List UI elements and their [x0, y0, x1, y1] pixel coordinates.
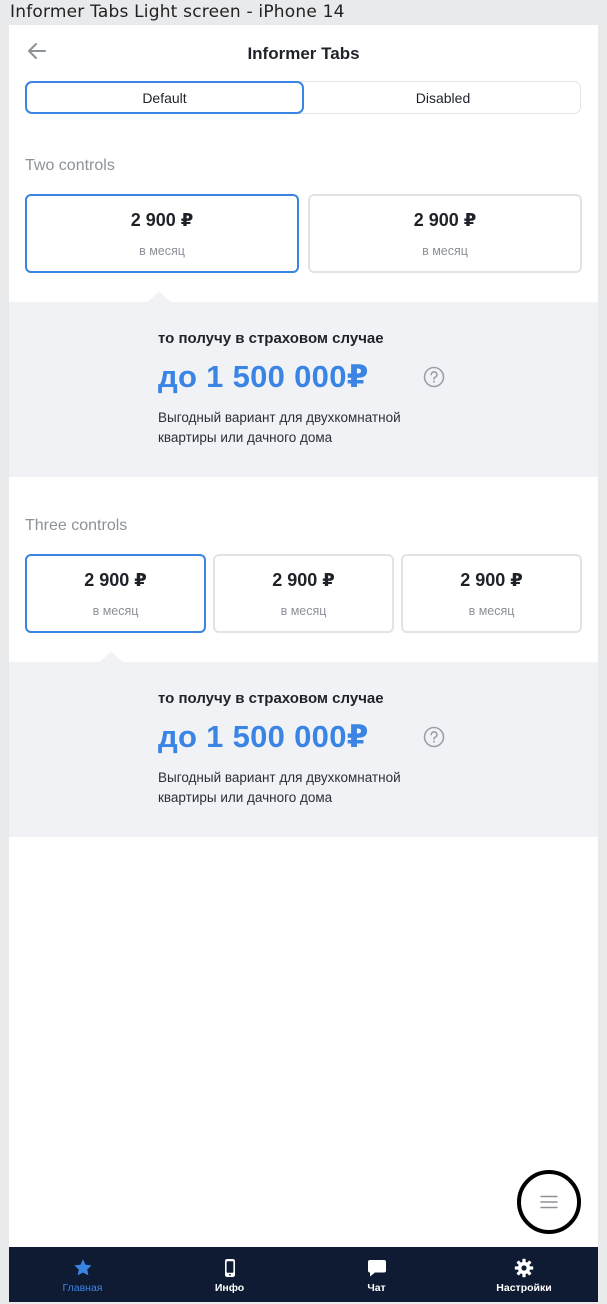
informer-pointer — [147, 292, 171, 302]
price-amount: 2 900 ₽ — [130, 210, 194, 230]
informer-description-line: Выгодный вариант для двухкомнатной — [158, 410, 401, 425]
tab-label: Инфо — [214, 1282, 245, 1294]
price-amount: 2 900 ₽ — [272, 570, 335, 590]
tab-home[interactable]: Главная — [9, 1247, 156, 1302]
price-card[interactable]: 2 900 ₽ в месяц — [25, 194, 299, 273]
section-title-two-controls: Two controls — [25, 157, 115, 174]
segment-disabled[interactable]: Disabled — [304, 81, 582, 114]
informer-description-line: квартиры или дачного дома — [158, 790, 333, 805]
bottom-tab-bar: Главная Инфо Чат Настройки — [9, 1247, 598, 1302]
tab-label: Чат — [367, 1282, 386, 1294]
price-period: в месяц — [92, 604, 139, 618]
tab-settings[interactable]: Настройки — [450, 1247, 598, 1302]
price-period: в месяц — [468, 604, 515, 618]
price-period: в месяц — [139, 244, 185, 258]
informer-panel: то получу в страховом случае до 1 500 00… — [9, 652, 598, 837]
page-title: Informer Tabs — [247, 44, 360, 63]
phone-screen: Informer Tabs Default Disabled Two contr… — [9, 25, 598, 1302]
informer-lead: то получу в страховом случае — [158, 330, 384, 347]
help-circle-icon[interactable] — [423, 726, 445, 748]
tab-label: Настройки — [496, 1282, 552, 1294]
price-amount: 2 900 ₽ — [413, 210, 477, 230]
price-amount: 2 900 ₽ — [460, 570, 523, 590]
segment-default[interactable]: Default — [25, 81, 304, 114]
price-period: в месяц — [280, 604, 327, 618]
tab-label: Главная — [62, 1282, 103, 1294]
informer-description: Выгодный вариант для двухкомнатной кварт… — [158, 408, 448, 448]
price-card[interactable]: 2 900 ₽ в месяц — [25, 554, 206, 633]
menu-icon — [540, 1195, 558, 1209]
section-title-three-controls: Three controls — [25, 517, 128, 534]
informer-description-line: квартиры или дачного дома — [158, 430, 333, 445]
segmented-control: Default Disabled — [25, 81, 581, 114]
informer-description-line: Выгодный вариант для двухкомнатной — [158, 770, 401, 785]
gear-icon — [514, 1258, 534, 1278]
frame-caption: Informer Tabs Light screen - iPhone 14 — [10, 2, 345, 22]
informer-lead: то получу в страховом случае — [158, 690, 384, 707]
phone-icon — [220, 1258, 240, 1278]
informer-amount: до 1 500 000₽ — [158, 719, 369, 754]
informer-description: Выгодный вариант для двухкомнатной кварт… — [158, 768, 448, 808]
price-card[interactable]: 2 900 ₽ в месяц — [401, 554, 582, 633]
tab-chat[interactable]: Чат — [303, 1247, 450, 1302]
price-amount: 2 900 ₽ — [84, 570, 147, 590]
price-period: в месяц — [422, 244, 468, 258]
star-icon — [73, 1258, 93, 1278]
menu-fab-button[interactable] — [517, 1170, 581, 1234]
informer-panel: то получу в страховом случае до 1 500 00… — [9, 292, 598, 477]
price-card[interactable]: 2 900 ₽ в месяц — [308, 194, 582, 273]
informer-pointer — [99, 652, 123, 662]
navigation-bar: Informer Tabs — [9, 25, 598, 81]
tab-info[interactable]: Инфо — [156, 1247, 303, 1302]
help-circle-icon[interactable] — [423, 366, 445, 388]
price-card[interactable]: 2 900 ₽ в месяц — [213, 554, 394, 633]
chat-icon — [367, 1258, 387, 1278]
informer-amount: до 1 500 000₽ — [158, 359, 369, 394]
